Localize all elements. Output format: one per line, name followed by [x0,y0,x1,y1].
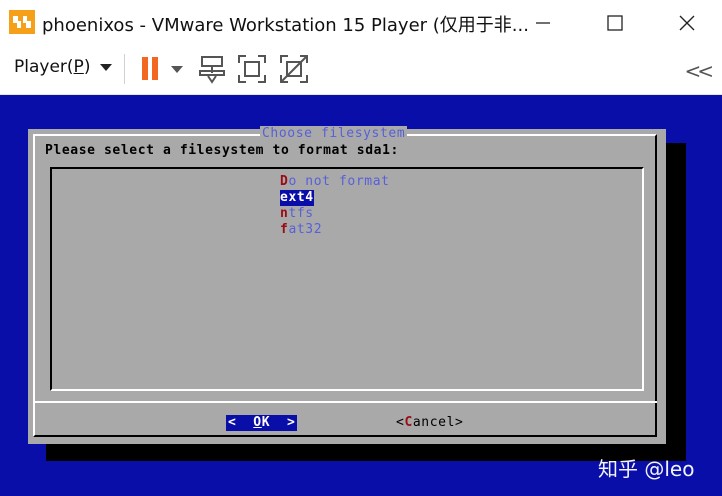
maximize-button[interactable] [592,8,638,38]
ok-button[interactable]: < OK > [226,415,298,431]
cancel-button[interactable]: <Cancel> [396,415,463,431]
fit-guest-button[interactable] [237,54,267,84]
option-label: at32 [288,222,323,237]
collapse-toolbar-icon[interactable]: << [684,59,713,83]
ok-right: > [270,415,296,430]
minimize-icon [536,22,550,24]
watermark: 知乎 @leo [598,457,695,481]
fullscreen-icon [238,55,266,83]
window-titlebar: phoenixos - VMware Workstation 15 Player… [0,0,722,44]
filesystem-dialog: Choose filesystem Please select a filesy… [28,126,666,444]
option-label: o not format [288,174,390,189]
unity-disabled-icon [280,55,308,83]
ok-rest: K [261,415,271,430]
vm-console[interactable]: Choose filesystem Please select a filesy… [0,95,722,496]
network-icon [199,56,225,84]
pause-dropdown-icon [171,66,183,73]
pause-icon-bar-right [152,57,158,80]
option-fat32[interactable]: fat32 [280,222,322,238]
ok-hotkey: O [253,415,262,430]
close-button[interactable] [664,8,710,38]
cancel-rest: ancel> [412,415,464,430]
chevron-down-icon [100,63,113,71]
dialog-title: Choose filesystem [260,126,408,141]
option-label: tfs [288,206,314,221]
ok-left: < [228,415,254,430]
option-ntfs[interactable]: ntfs [280,206,314,222]
minimize-button[interactable] [520,8,566,38]
filesystem-listbox[interactable]: Do not format ext4 ntfs fat32 [50,167,644,391]
vmware-logo-icon [9,10,35,34]
player-toolbar: Player(P) << [0,44,722,95]
window-title: phoenixos - VMware Workstation 15 Player… [42,15,529,36]
option-label: xt4 [288,190,314,205]
maximize-icon [607,15,623,31]
player-menu-label-suffix: ) [83,57,91,77]
cancel-hotkey: C [404,415,413,430]
player-menu-hotkey: P [73,57,84,77]
option-ext4[interactable]: ext4 [280,190,314,206]
toolbar-separator [124,54,125,84]
send-ctrl-alt-del-button[interactable] [198,54,226,84]
pause-icon-bar-left [142,57,148,80]
pause-button[interactable] [140,54,184,84]
unity-button[interactable] [279,54,309,84]
player-menu[interactable]: Player(P) [14,57,113,77]
button-separator [33,401,657,403]
dialog-prompt: Please select a filesystem to format sda… [45,143,399,158]
player-menu-label-prefix: Player( [14,57,74,77]
close-icon [679,15,695,31]
option-do-not-format[interactable]: Do not format [280,174,390,190]
